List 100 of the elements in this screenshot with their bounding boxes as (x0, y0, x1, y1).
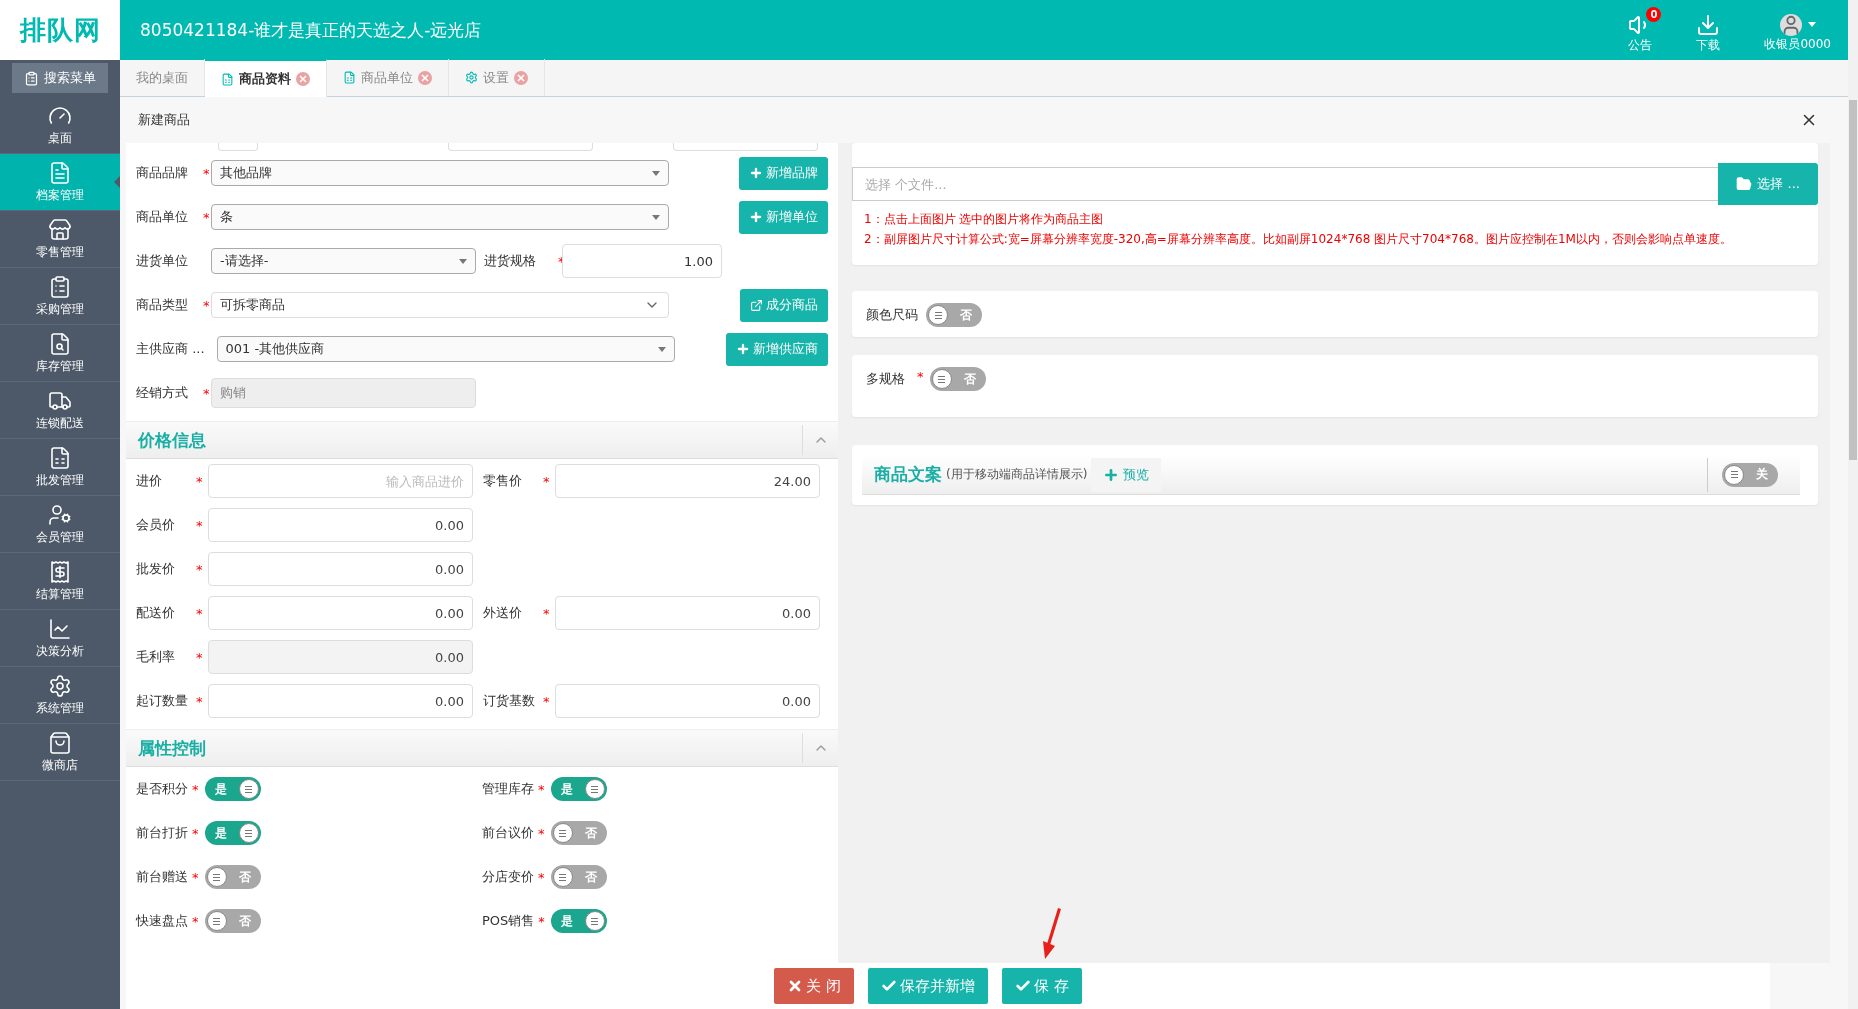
tab[interactable]: 商品资料 (205, 59, 327, 97)
price-input[interactable]: 24.00 (555, 464, 820, 498)
price-input[interactable]: 0.00 (208, 596, 473, 630)
select-field[interactable]: 其他品牌 (211, 160, 669, 186)
tab[interactable]: 商品单位 (327, 59, 449, 96)
file-search-icon (48, 332, 72, 356)
select-field[interactable]: 可拆零商品 (211, 292, 669, 318)
field-label: 外送价 (483, 604, 523, 622)
section-title: 属性控制 (137, 736, 206, 760)
scrollbar-thumb[interactable] (1849, 100, 1857, 460)
toggle-label: 分店变价 (482, 868, 534, 886)
option-label: 多规格 (866, 370, 905, 388)
dialog-title: 新建商品 (138, 111, 190, 129)
toggle-switch[interactable]: 关 (1722, 462, 1778, 487)
input-field[interactable] (448, 143, 593, 151)
search-menu-button[interactable]: 搜索菜单 (12, 63, 108, 93)
toggle-switch[interactable]: 是 (550, 777, 607, 801)
field-label: 订货基数 (483, 692, 536, 710)
action-button[interactable]: 新增单位 (739, 200, 828, 234)
required-mark: * (196, 649, 203, 665)
preview-button[interactable]: 预览 (1091, 457, 1162, 492)
price-input[interactable]: 0.00 (208, 508, 473, 542)
cut-off-control (218, 143, 258, 151)
bag-icon (48, 731, 72, 755)
tab[interactable]: 设置 (449, 59, 545, 96)
required-mark: * (192, 869, 199, 885)
price-input[interactable]: 0.00 (208, 684, 473, 718)
toggle-switch[interactable]: 是 (204, 777, 261, 801)
choose-file-button[interactable]: 选择 ... (1718, 163, 1818, 205)
price-input[interactable]: 0.00 (555, 684, 820, 718)
hint-text: 1：点击上面图片 选中的图片将作为商品主图 (863, 211, 1105, 228)
plus-icon (1103, 466, 1120, 483)
window-title: 8050421184-谁才是真正的天选之人-远光店 (140, 18, 483, 42)
close-button[interactable]: 关 闭 (774, 968, 854, 1004)
toggle-label: 是否积分 (136, 780, 188, 798)
required-mark: * (192, 825, 199, 841)
check-icon (1015, 978, 1031, 994)
select-field[interactable]: 001 -其他供应商 (216, 336, 675, 362)
download-icon (1696, 12, 1721, 37)
required-mark: * (543, 605, 550, 621)
field-label: 主供应商 ... (136, 340, 205, 358)
toggle-label: POS销售 (482, 912, 535, 930)
field-label: 进货规格 (484, 252, 537, 270)
toggle-switch[interactable]: 否 (929, 367, 986, 391)
external-link-icon (750, 298, 763, 312)
field-label: 会员价 (136, 516, 176, 534)
required-mark: * (196, 605, 203, 621)
chart-icon (48, 617, 72, 641)
toggle-switch[interactable]: 否 (550, 821, 607, 845)
input-field[interactable] (673, 143, 818, 151)
action-button[interactable]: 新增供应商 (726, 332, 828, 366)
field-label: 毛利率 (136, 648, 176, 666)
panel-subtitle: (用于移动端商品详情展示) (946, 466, 1088, 483)
field-label: 商品品牌 (136, 164, 189, 182)
required-mark: * (538, 781, 545, 797)
toggle-label: 前台议价 (482, 824, 534, 842)
price-input[interactable]: 0.00 (555, 596, 820, 630)
gear-icon (48, 674, 72, 698)
panel-title: 商品文案 (874, 463, 942, 486)
action-button[interactable]: 成分商品 (740, 288, 828, 322)
sidebar-item[interactable]: 档案管理 (0, 154, 120, 211)
price-input[interactable]: 输入商品进价 (208, 464, 473, 498)
price-input[interactable]: 0.00 (208, 552, 473, 586)
required-mark: * (192, 781, 199, 797)
gear-icon (465, 71, 478, 84)
readonly-field: 购销 (211, 378, 476, 408)
select-field[interactable]: 条 (211, 204, 669, 230)
save-button[interactable]: 保 存 (1002, 968, 1082, 1004)
required-mark: * (192, 913, 199, 929)
toggle-label: 前台打折 (136, 824, 188, 842)
required-mark: * (196, 693, 203, 709)
toggle-switch[interactable]: 否 (550, 865, 607, 889)
input-field[interactable]: 1.00 (562, 244, 722, 278)
save-button[interactable]: 保存并新增 (868, 968, 988, 1004)
field-label: 经销方式 (136, 384, 189, 402)
plus-icon (749, 210, 763, 224)
file-input[interactable]: 选择 个文件... (852, 167, 1719, 201)
required-mark: * (538, 913, 545, 929)
header-action[interactable]: 公告 0 (1619, 6, 1662, 54)
toggle-switch[interactable]: 是 (204, 821, 261, 845)
required-mark: * (538, 825, 545, 841)
clipboard-icon (48, 275, 72, 299)
header-action[interactable]: 下载 (1687, 6, 1730, 54)
toggle-switch[interactable]: 否 (204, 909, 261, 933)
toggle-label: 快速盘点 (136, 912, 188, 930)
action-button[interactable]: 新增品牌 (739, 156, 828, 190)
required-mark: * (543, 693, 550, 709)
toggle-switch[interactable]: 否 (926, 303, 982, 327)
option-label: 颜色尺码 (866, 306, 918, 324)
header-action[interactable]: 收银员0000 (1755, 7, 1840, 53)
required-mark: * (917, 369, 924, 384)
select-field[interactable]: -请选择- (211, 248, 476, 274)
toggle-label: 前台赠送 (136, 868, 188, 886)
required-mark: * (203, 385, 210, 401)
user-gear-icon (48, 503, 72, 527)
store-icon (48, 218, 72, 242)
toggle-switch[interactable]: 是 (550, 909, 607, 933)
toggle-switch[interactable]: 否 (204, 865, 261, 889)
plus-icon (749, 166, 763, 180)
check-icon (881, 978, 897, 994)
